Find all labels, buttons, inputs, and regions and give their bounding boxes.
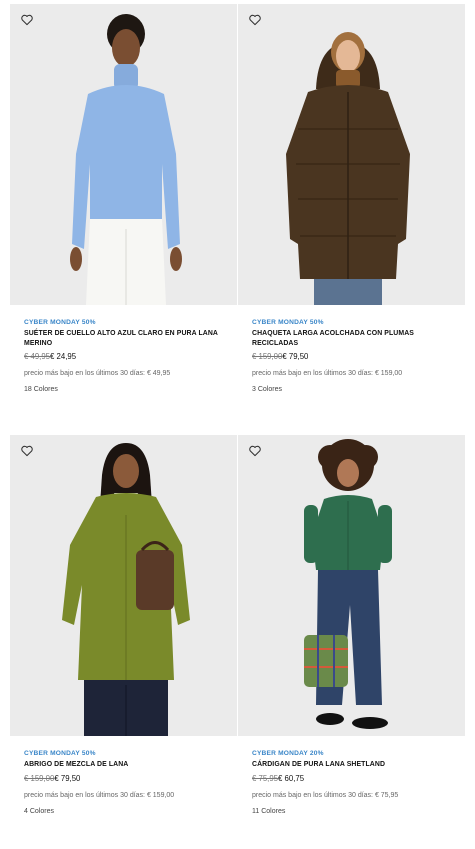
heart-outline-icon[interactable] (248, 13, 262, 27)
product-title[interactable]: CÁRDIGAN DE PURA LANA SHETLAND (252, 760, 457, 770)
promo-badge: CYBER MONDAY 50% (24, 750, 96, 757)
color-count[interactable]: 3 Colores (252, 385, 457, 394)
product-title[interactable]: CHAQUETA LARGA ACOLCHADA CON PLUMAS RECI… (252, 329, 457, 348)
sale-price: € 60,75 (278, 773, 305, 783)
product-title[interactable]: ABRIGO DE MEZCLA DE LANA (24, 760, 229, 770)
product-image[interactable] (238, 4, 465, 305)
lowest-price-note: precio más bajo en los últimos 30 días: … (24, 370, 171, 377)
color-count[interactable]: 4 Colores (24, 807, 229, 816)
heart-outline-icon[interactable] (248, 444, 262, 458)
model-in-brown-puffer-image (238, 4, 465, 305)
sale-price: € 79,50 (282, 352, 309, 361)
model-in-blue-turtleneck-image (10, 4, 237, 305)
price-row: € 159,00€ 79,50 (252, 352, 457, 362)
product-image[interactable] (10, 435, 237, 736)
original-price: € 49,95 (24, 352, 51, 361)
product-info: CYBER MONDAY 50% CHAQUETA LARGA ACOLCHAD… (252, 319, 457, 394)
lowest-price-note: precio más bajo en los últimos 30 días: … (252, 791, 399, 799)
promo-badge: CYBER MONDAY 20% (252, 750, 324, 757)
original-price: € 75,95 (252, 773, 279, 783)
heart-outline-icon[interactable] (20, 13, 34, 27)
promo-badge: CYBER MONDAY 50% (24, 319, 96, 326)
price-row: € 75,95€ 60,75 (252, 774, 457, 784)
original-price: € 159,00 (252, 352, 283, 361)
heart-outline-icon[interactable] (20, 444, 34, 458)
lowest-price-note: precio más bajo en los últimos 30 días: … (252, 370, 403, 377)
promo-badge: CYBER MONDAY 50% (252, 319, 324, 326)
product-title[interactable]: SUÉTER DE CUELLO ALTO AZUL CLARO EN PURA… (24, 329, 229, 348)
product-image[interactable] (238, 435, 465, 736)
lowest-price-note: precio más bajo en los últimos 30 días: … (24, 791, 175, 799)
model-in-green-coat-image (10, 435, 237, 736)
sale-price: € 24,95 (50, 352, 77, 361)
product-image[interactable] (10, 4, 237, 305)
price-row: € 159,00€ 79,50 (24, 774, 229, 784)
product-info: CYBER MONDAY 20% CÁRDIGAN DE PURA LANA S… (252, 750, 457, 816)
color-count[interactable]: 18 Colores (24, 385, 229, 394)
price-row: € 49,95€ 24,95 (24, 352, 229, 362)
sale-price: € 79,50 (54, 773, 81, 783)
product-info: CYBER MONDAY 50% SUÉTER DE CUELLO ALTO A… (24, 319, 229, 394)
original-price: € 159,00 (24, 773, 55, 783)
model-in-green-cardigan-image (238, 435, 465, 736)
product-info: CYBER MONDAY 50% ABRIGO DE MEZCLA DE LAN… (24, 750, 229, 816)
color-count[interactable]: 11 Colores (252, 807, 457, 816)
